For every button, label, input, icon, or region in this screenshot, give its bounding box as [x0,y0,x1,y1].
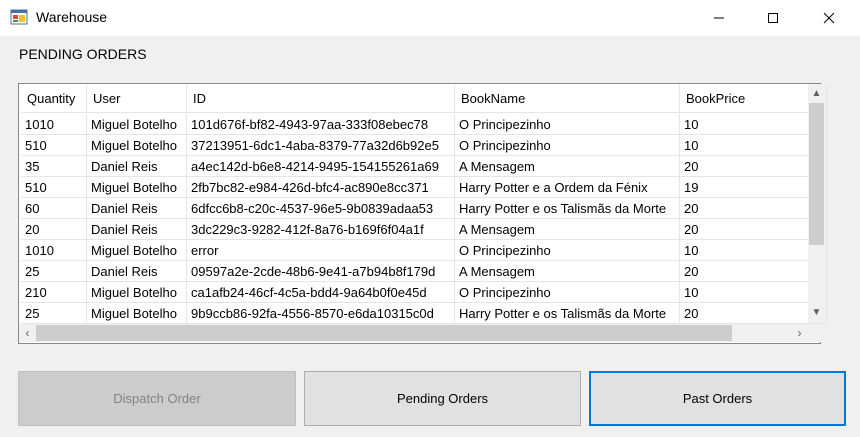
minimize-button[interactable] [696,0,742,36]
cell-bookprice[interactable]: 10 [680,135,827,156]
scroll-up-arrow-icon[interactable]: ▲ [808,85,825,102]
table-row[interactable]: 35 Daniel Reis a4ec142d-b6e8-4214-9495-1… [21,156,827,177]
past-orders-button[interactable]: Past Orders [589,371,846,426]
cell-quantity[interactable]: 1010 [21,240,87,261]
cell-bookprice[interactable]: 20 [680,261,827,282]
column-header-bookprice[interactable]: BookPrice [680,84,827,113]
cell-user[interactable]: Daniel Reis [87,156,187,177]
cell-bookname[interactable]: Harry Potter e a Ordem da Fénix [455,177,680,198]
cell-quantity[interactable]: 60 [21,198,87,219]
cell-user[interactable]: Daniel Reis [87,198,187,219]
cell-id[interactable]: 37213951-6dc1-4aba-8379-77a32d6b92e5 [187,135,455,156]
grid-header: Quantity User ID BookName BookPrice [21,84,827,113]
table-row[interactable]: 1010 Miguel Botelho 101d676f-bf82-4943-9… [21,114,827,135]
cell-user[interactable]: Daniel Reis [87,219,187,240]
table-row[interactable]: 25 Daniel Reis 09597a2e-2cde-48b6-9e41-a… [21,261,827,282]
cell-bookprice[interactable]: 10 [680,114,827,135]
scrollbar-corner [808,324,825,342]
maximize-icon [768,13,778,23]
cell-id[interactable]: a4ec142d-b6e8-4214-9495-154155261a69 [187,156,455,177]
cell-id[interactable]: 9b9ccb86-92fa-4556-8570-e6da10315c0d [187,303,455,324]
scroll-right-arrow-icon[interactable]: › [791,324,808,342]
column-header-id[interactable]: ID [187,84,455,113]
table-row[interactable]: 210 Miguel Botelho ca1afb24-46cf-4c5a-bd… [21,282,827,303]
cell-quantity[interactable]: 1010 [21,114,87,135]
cell-quantity[interactable]: 35 [21,156,87,177]
cell-user[interactable]: Miguel Botelho [87,240,187,261]
cell-id[interactable]: error [187,240,455,261]
cell-bookprice[interactable]: 20 [680,303,827,324]
column-header-user[interactable]: User [87,84,187,113]
cell-bookprice[interactable]: 10 [680,282,827,303]
cell-quantity[interactable]: 510 [21,177,87,198]
cell-bookname[interactable]: A Mensagem [455,156,680,177]
cell-quantity[interactable]: 25 [21,303,87,324]
cell-bookname[interactable]: Harry Potter e os Talismãs da Morte [455,198,680,219]
maximize-button[interactable] [750,0,796,36]
cell-id[interactable]: 6dfcc6b8-c20c-4537-96e5-9b0839adaa53 [187,198,455,219]
cell-quantity[interactable]: 25 [21,261,87,282]
table-row[interactable]: 510 Miguel Botelho 2fb7bc82-e984-426d-bf… [21,177,827,198]
table-row[interactable]: 20 Daniel Reis 3dc229c3-9282-412f-8a76-b… [21,219,827,240]
minimize-icon [714,17,724,19]
cell-user[interactable]: Miguel Botelho [87,177,187,198]
cell-quantity[interactable]: 510 [21,135,87,156]
title-bar: Warehouse [0,0,860,36]
cell-bookprice[interactable]: 20 [680,198,827,219]
cell-bookname[interactable]: O Principezinho [455,282,680,303]
horizontal-scroll-thumb[interactable] [36,325,732,341]
cell-bookprice[interactable]: 20 [680,219,827,240]
cell-user[interactable]: Miguel Botelho [87,282,187,303]
close-icon [823,12,835,24]
cell-user[interactable]: Miguel Botelho [87,114,187,135]
cell-id[interactable]: 09597a2e-2cde-48b6-9e41-a7b94b8f179d [187,261,455,282]
cell-bookname[interactable]: A Mensagem [455,261,680,282]
dispatch-order-button[interactable]: Dispatch Order [18,371,296,426]
table-row[interactable]: 25 Miguel Botelho 9b9ccb86-92fa-4556-857… [21,303,827,324]
cell-id[interactable]: 101d676f-bf82-4943-97aa-333f08ebec78 [187,114,455,135]
pending-orders-button[interactable]: Pending Orders [304,371,581,426]
cell-user[interactable]: Miguel Botelho [87,135,187,156]
cell-bookname[interactable]: O Principezinho [455,240,680,261]
cell-id[interactable]: ca1afb24-46cf-4c5a-bdd4-9a64b0f0e45d [187,282,455,303]
close-button[interactable] [806,0,852,36]
scroll-down-arrow-icon[interactable]: ▼ [808,304,825,321]
table-row[interactable]: 60 Daniel Reis 6dfcc6b8-c20c-4537-96e5-9… [21,198,827,219]
table-row[interactable]: 510 Miguel Botelho 37213951-6dc1-4aba-83… [21,135,827,156]
cell-user[interactable]: Miguel Botelho [87,303,187,324]
window-title: Warehouse [36,9,108,25]
cell-bookprice[interactable]: 19 [680,177,827,198]
column-header-bookname[interactable]: BookName [455,84,680,113]
vertical-scrollbar[interactable]: ▲ ▼ [808,84,825,323]
scroll-left-arrow-icon[interactable]: ‹ [19,324,36,342]
cell-quantity[interactable]: 20 [21,219,87,240]
cell-bookname[interactable]: O Principezinho [455,114,680,135]
cell-id[interactable]: 3dc229c3-9282-412f-8a76-b169f6f04a1f [187,219,455,240]
cell-user[interactable]: Daniel Reis [87,261,187,282]
section-title: PENDING ORDERS [19,46,147,62]
orders-grid[interactable]: Quantity User ID BookName BookPrice 1010… [18,83,827,344]
cell-bookname[interactable]: Harry Potter e os Talismãs da Morte [455,303,680,324]
horizontal-scrollbar[interactable]: ‹ › [19,324,808,342]
vertical-scroll-thumb[interactable] [809,103,824,245]
cell-bookprice[interactable]: 20 [680,156,827,177]
app-window-icon [10,9,28,25]
cell-id[interactable]: 2fb7bc82-e984-426d-bfc4-ac890e8cc371 [187,177,455,198]
cell-bookname[interactable]: O Principezinho [455,135,680,156]
cell-bookname[interactable]: A Mensagem [455,219,680,240]
column-header-quantity[interactable]: Quantity [21,84,87,113]
cell-quantity[interactable]: 210 [21,282,87,303]
cell-bookprice[interactable]: 10 [680,240,827,261]
table-row[interactable]: 1010 Miguel Botelho error O Principezinh… [21,240,827,261]
